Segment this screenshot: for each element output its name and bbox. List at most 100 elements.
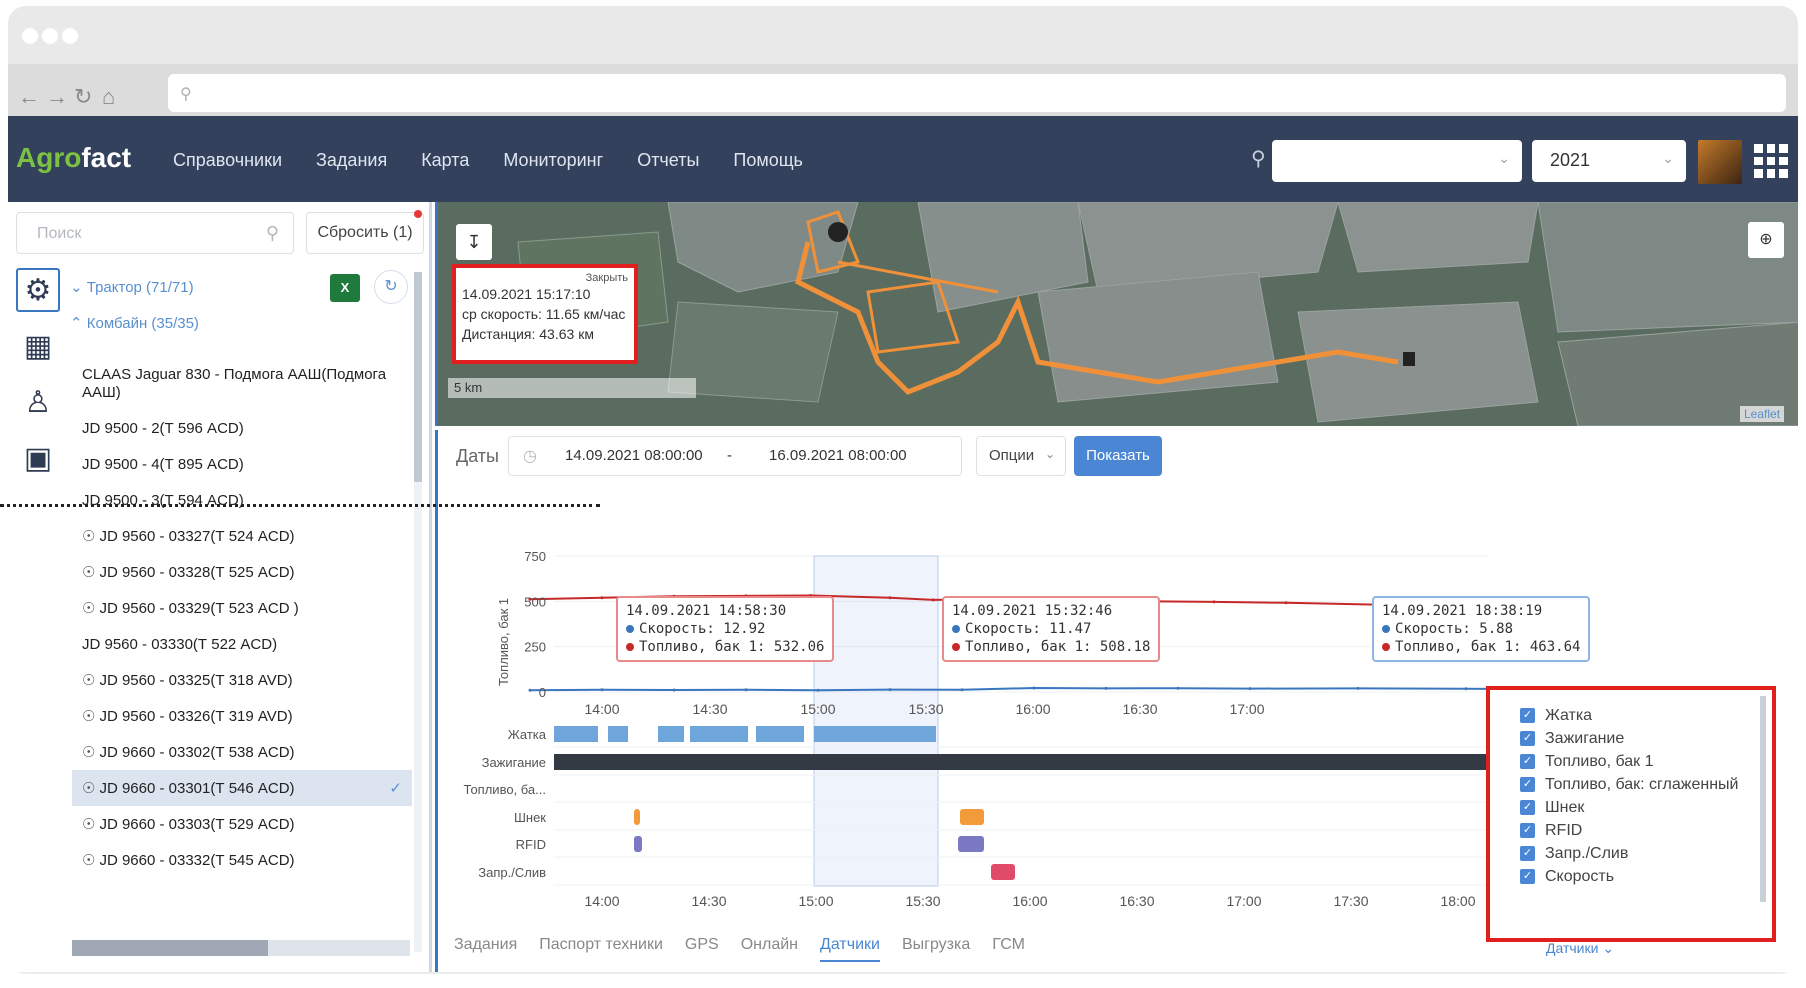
sensor-select[interactable]: Датчики ⌄ [1546,940,1614,957]
year-select[interactable]: 2021 ⌄ [1532,140,1686,182]
vehicle-list-item[interactable]: ☉ JD 9560 - 03325(Т 318 AVD) [72,662,412,698]
vehicle-list-item[interactable]: JD 9500 - 4(Т 895 ACD) [72,446,412,482]
data-point [1104,686,1108,690]
sidebar-hscrollbar[interactable] [72,940,410,956]
tab-item[interactable]: Задания [454,930,517,962]
checkbox-icon[interactable]: ✓ [1520,708,1535,723]
show-button[interactable]: Показать [1074,436,1162,476]
vehicle-list-item[interactable]: ☉ JD 9560 - 03327(Т 524 ACD) [72,518,412,554]
menu-item-map[interactable]: Карта [421,150,469,171]
legend-item[interactable]: ✓ Шнек [1520,796,1772,819]
vehicle-list-item[interactable]: ☉ JD 9660 - 03302(Т 538 ACD) [72,734,412,770]
reset-filter-button[interactable]: Сбросить (1) [306,212,424,254]
download-icon[interactable]: ↧ [456,224,492,260]
menu-item-help[interactable]: Помощь [733,150,803,171]
tab-item[interactable]: Выгрузка [902,930,970,962]
sensor-select-label: Датчики [1546,940,1599,956]
global-search-select[interactable]: ⌄ [1272,140,1522,182]
menu-item-monitoring[interactable]: Мониторинг [503,150,603,171]
checkbox-icon[interactable]: ✓ [1520,823,1535,838]
building-icon[interactable]: ▣ [16,436,60,480]
vehicle-list-item[interactable]: ☉ JD 9560 - 03329(Т 523 ACD ) [72,590,412,626]
sidebar-scrollbar[interactable] [414,272,422,952]
field-icon[interactable]: ▦ [16,324,60,368]
group-combine[interactable]: ⌃ Комбайн (35/35) [70,314,199,332]
date-range-input[interactable]: ◷ 14.09.2021 08:00:00 - 16.09.2021 08:00… [508,436,962,476]
window-close-dot[interactable] [22,28,38,44]
vehicle-list-item[interactable]: JD 9560 - 03330(Т 522 ACD) [72,626,412,662]
vehicle-list-item[interactable]: ☉ JD 9660 - 03301(Т 546 ACD) ✓ [72,770,412,806]
legend-label: Жатка [1545,706,1593,724]
checkbox-icon[interactable]: ✓ [1520,869,1535,884]
legend-item[interactable]: ✓ Запр./Слив [1520,842,1772,865]
group-tractor[interactable]: ⌄ Трактор (71/71) [70,278,194,296]
popup-close-button[interactable]: Закрыть [462,272,628,284]
avatar[interactable] [1698,140,1742,184]
checkbox-icon[interactable]: ✓ [1520,777,1535,792]
window-maximize-dot[interactable] [62,28,78,44]
window-minimize-dot[interactable] [42,28,58,44]
person-icon[interactable]: ♙ [16,380,60,424]
chevron-down-icon: ⌄ [1044,447,1055,461]
menu-item-directories[interactable]: Справочники [173,150,282,171]
refresh-icon[interactable]: ↻ [374,270,408,304]
x-tick-label: 18:00 [1440,893,1475,909]
notification-dot [414,210,422,218]
home-icon[interactable]: ⌂ [102,84,115,110]
tab-item[interactable]: GPS [685,930,719,962]
map-attribution[interactable]: Leaflet [1740,406,1785,422]
search-placeholder: Поиск [37,225,82,242]
legend-item[interactable]: ✓ Топливо, бак: сглаженный [1520,773,1772,796]
sensor-chart[interactable]: 750 500 250 0 Топливо, бак 1 14:00 14:30 15:00 1… [438,486,1488,926]
logo[interactable]: Agrofact [16,142,131,174]
forward-arrow-icon[interactable]: → [46,84,68,110]
x-tick-label: 16:30 [1122,701,1157,717]
checkbox-icon[interactable]: ✓ [1520,846,1535,861]
tab-item[interactable]: Паспорт техники [539,930,663,962]
tooltip-fuel-row: Топливо, бак 1: 532.06 [626,638,824,656]
checkbox-icon[interactable]: ✓ [1520,754,1535,769]
vehicle-list-item[interactable]: ☉ JD 9560 - 03328(Т 525 ACD) [72,554,412,590]
excel-export-icon[interactable]: X [330,274,360,302]
vehicle-search-input[interactable]: Поиск ⚲ [16,212,294,254]
legend-scrollbar[interactable] [1760,696,1766,902]
legend-item[interactable]: ✓ Топливо, бак 1 [1520,750,1772,773]
zoom-icon[interactable]: ⊕ [1748,222,1784,258]
signal-icon: ☉ [82,852,96,869]
search-icon: ⚲ [180,86,192,103]
tab-item[interactable]: Датчики [820,930,880,962]
checkbox-icon[interactable]: ✓ [1520,800,1535,815]
legend-item[interactable]: ✓ Зажигание [1520,727,1772,750]
options-dropdown[interactable]: Опции ⌄ [976,436,1066,476]
track-map[interactable]: ↧ ⊕ Закрыть 14.09.2021 15:17:10 ср скоро… [435,202,1798,426]
tab-item[interactable]: Онлайн [741,930,798,962]
vehicle-list-item[interactable]: JD 9500 - 3(Т 594 ACD) [72,482,412,518]
address-bar[interactable]: ⚲ [168,74,1786,112]
vehicle-list-item[interactable]: ☉ JD 9560 - 03326(Т 319 AVD) [72,698,412,734]
legend-item[interactable]: ✓ Скорость [1520,865,1772,888]
checkbox-icon[interactable]: ✓ [1520,731,1535,746]
legend-label: Запр./Слив [1545,844,1629,862]
reload-icon[interactable]: ↻ [74,84,92,110]
track-avg-speed: ср скорость: 11.65 км/час [462,306,626,322]
data-point [960,688,964,692]
menu-item-reports[interactable]: Отчеты [637,150,699,171]
data-point [816,688,820,692]
vehicle-list-item[interactable]: ☉ JD 9660 - 03303(Т 529 ACD) [72,806,412,842]
vehicle-list-item[interactable]: JD 9500 - 2(Т 596 ACD) [72,410,412,446]
back-arrow-icon[interactable]: ← [18,84,40,110]
legend-item[interactable]: ✓ Жатка [1520,704,1772,727]
tab-item[interactable]: ГСМ [992,930,1025,962]
search-icon[interactable]: ⚲ [1251,146,1266,171]
vehicle-list-item[interactable]: ☉ JD 9660 - 03332(Т 545 ACD) [72,842,412,878]
chart-tooltip: 14.09.2021 15:32:46 Скорость: 11.47 Топл… [942,596,1161,662]
timeline-row-label: Шнек [514,810,546,825]
apps-grid-icon[interactable] [1754,144,1788,178]
vehicle-name: JD 9560 - 03325(Т 318 AVD) [99,671,293,689]
timeline-row-label: Запр./Слив [478,865,546,880]
menu-item-tasks[interactable]: Задания [316,150,387,171]
legend-item[interactable]: ✓ RFID [1520,819,1772,842]
tooltip-speed: Скорость: 11.47 [965,621,1092,637]
vehicle-list-item[interactable]: CLAAS Jaguar 830 - Подмога ААШ(Подмога А… [72,362,412,410]
tractor-icon[interactable]: ⚙ [16,268,60,312]
